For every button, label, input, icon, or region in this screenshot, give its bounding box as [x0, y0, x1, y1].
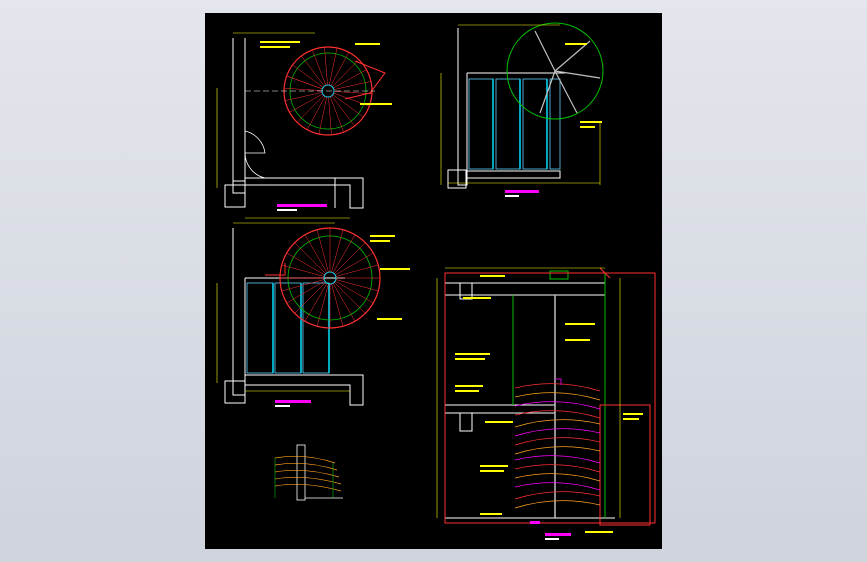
stair-step-curve — [514, 392, 601, 401]
stair-step-curve — [514, 464, 601, 473]
cad-drawing-sheet — [205, 13, 662, 549]
stair-tread-line — [331, 95, 355, 127]
stair-tread-line — [312, 49, 327, 86]
stair-step-curve — [514, 446, 601, 455]
stair-step-curve — [514, 383, 601, 392]
plan-title-2 — [505, 190, 539, 197]
stair-step-curve — [514, 419, 601, 428]
glass-partitions-middle — [246, 282, 330, 374]
stair-step-curve — [514, 491, 601, 500]
stair-tread-line — [292, 64, 324, 88]
stair-tread-line — [329, 96, 344, 133]
spiral-stair-plan-1 — [245, 46, 386, 136]
spiral-staircase-drawing — [216, 22, 656, 540]
stair-tread-line — [332, 59, 360, 87]
stair-step-curve — [514, 437, 601, 446]
section-elevation — [436, 267, 656, 540]
stair-step-curve — [514, 500, 601, 509]
stair-tread-line — [334, 282, 366, 314]
plan-middle-left — [216, 222, 410, 407]
stair-step-curve — [514, 473, 601, 482]
plan-title-3 — [275, 400, 311, 407]
stair-step-curve — [514, 455, 601, 464]
stair-tread-line — [296, 95, 324, 123]
stair-tread-line — [294, 242, 326, 274]
stair-tread-line — [286, 75, 323, 90]
stair-tread-line — [294, 282, 326, 314]
spiral-stair-section — [514, 295, 601, 518]
stair-tread-line — [334, 242, 366, 274]
plan-top-left — [216, 32, 392, 219]
plan-top-right — [440, 22, 604, 197]
plan-title-1 — [277, 204, 327, 211]
stair-step-curve — [514, 428, 601, 437]
stair-tread-line — [301, 55, 325, 87]
stair-step-curve — [514, 410, 601, 419]
door-arc-icon — [244, 130, 266, 154]
stair-detail — [274, 444, 343, 501]
spiral-stair-plan-3 — [265, 227, 381, 329]
stair-step-curve — [514, 482, 601, 491]
section-title — [530, 521, 571, 540]
